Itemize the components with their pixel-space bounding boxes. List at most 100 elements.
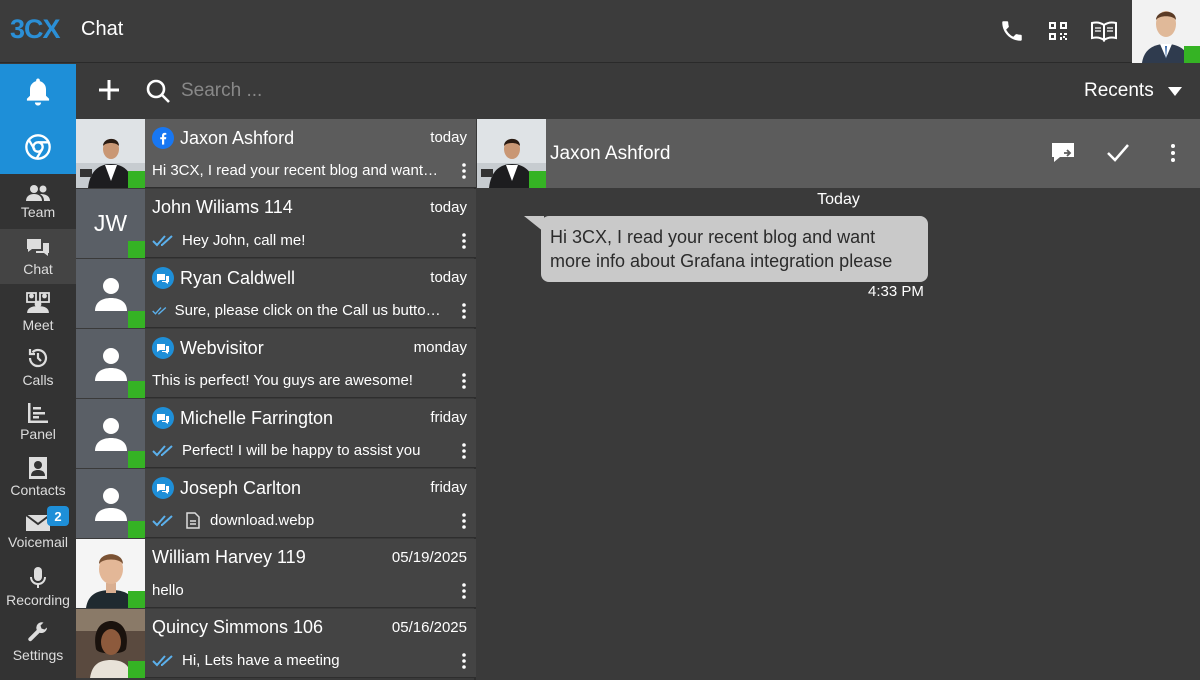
message-preview: hello bbox=[152, 582, 184, 599]
nav-voicemail[interactable]: Voicemail 2 bbox=[0, 504, 76, 559]
presence-indicator bbox=[128, 241, 145, 258]
more-options-icon[interactable] bbox=[462, 653, 466, 674]
notifications-button[interactable] bbox=[0, 64, 76, 119]
file-icon bbox=[186, 512, 200, 529]
avatar bbox=[76, 469, 145, 538]
phone-icon[interactable] bbox=[997, 16, 1027, 46]
presence-indicator bbox=[128, 381, 145, 398]
qr-code-icon[interactable] bbox=[1043, 16, 1073, 46]
close-chat-button[interactable] bbox=[1106, 143, 1130, 168]
chat-transfer-icon bbox=[1052, 143, 1074, 162]
more-options-icon[interactable] bbox=[462, 443, 466, 464]
history-icon bbox=[28, 348, 48, 367]
search-icon bbox=[145, 78, 171, 109]
plus-icon bbox=[99, 80, 119, 100]
more-options-icon[interactable] bbox=[462, 163, 466, 184]
contact-name-wrap: John Wiliams 114 bbox=[152, 197, 293, 218]
message-bubble[interactable]: Hi 3CX, I read your recent blog and want… bbox=[541, 216, 928, 282]
more-options-icon[interactable] bbox=[462, 513, 466, 534]
nav-panel[interactable]: Panel bbox=[0, 394, 76, 449]
avatar bbox=[76, 329, 145, 398]
brand-logo[interactable]: 3CX bbox=[10, 14, 61, 45]
avatar bbox=[76, 119, 145, 188]
mic-icon bbox=[30, 566, 46, 588]
chat-list-item[interactable]: JW John Wiliams 114 today Hey John, call… bbox=[76, 189, 476, 258]
chat-list: Jaxon Ashford today Hi 3CX, I read your … bbox=[76, 119, 476, 680]
chat-date: friday bbox=[430, 479, 467, 496]
nav-meet[interactable]: Meet bbox=[0, 284, 76, 339]
message-preview-wrap: Hey John, call me! bbox=[152, 232, 442, 249]
read-receipt-icon bbox=[152, 444, 173, 456]
search-input[interactable] bbox=[181, 76, 581, 106]
contact-name-wrap: Michelle Farrington bbox=[152, 407, 333, 429]
message-preview: Sure, please click on the Call us button… bbox=[174, 302, 442, 319]
avatar bbox=[76, 259, 145, 328]
chat-list-item[interactable]: Quincy Simmons 106 05/16/2025 Hi, Lets h… bbox=[76, 609, 476, 678]
message-preview-wrap: Perfect! I will be happy to assist you bbox=[152, 442, 442, 459]
read-receipt-icon bbox=[152, 234, 173, 246]
chat-list-item[interactable]: Webvisitor monday This is perfect! You g… bbox=[76, 329, 476, 398]
left-navigation: Team Chat Meet Calls Panel Contacts Voic… bbox=[0, 64, 76, 680]
nav-team[interactable]: Team bbox=[0, 174, 76, 229]
new-chat-button[interactable] bbox=[96, 77, 122, 103]
livechat-icon bbox=[152, 337, 174, 359]
more-options-icon[interactable] bbox=[462, 373, 466, 394]
message-preview-wrap: Hi, Lets have a meeting bbox=[152, 652, 442, 669]
nav-label: Team bbox=[20, 203, 56, 220]
presence-indicator bbox=[128, 171, 145, 188]
chat-list-item[interactable]: Michelle Farrington friday Perfect! I wi… bbox=[76, 399, 476, 468]
nav-contacts[interactable]: Contacts bbox=[0, 449, 76, 504]
nav-label: Voicemail bbox=[8, 533, 68, 550]
contact-name-wrap: Joseph Carlton bbox=[152, 477, 301, 499]
more-options-icon[interactable] bbox=[1171, 144, 1175, 167]
avatar[interactable] bbox=[477, 119, 546, 188]
nav-settings[interactable]: Settings bbox=[0, 614, 76, 669]
nav-calls[interactable]: Calls bbox=[0, 339, 76, 394]
meet-icon bbox=[26, 291, 50, 313]
checkmark-icon bbox=[1107, 144, 1129, 162]
chat-list-item[interactable]: Joseph Carlton friday download.webp bbox=[76, 469, 476, 538]
message-preview-wrap: download.webp bbox=[152, 512, 442, 529]
contact-name: Ryan Caldwell bbox=[180, 267, 296, 288]
my-avatar[interactable] bbox=[1132, 0, 1200, 63]
contact-name: Michelle Farrington bbox=[180, 407, 334, 428]
nav-label: Contacts bbox=[10, 481, 66, 498]
contacts-icon bbox=[29, 456, 47, 479]
more-options-icon[interactable] bbox=[462, 303, 466, 324]
contact-name-wrap: Ryan Caldwell bbox=[152, 267, 295, 289]
chat-list-item[interactable]: William Harvey 119 05/19/2025 hello bbox=[76, 539, 476, 608]
read-receipt-icon bbox=[152, 654, 173, 666]
contact-name: John Wiliams 114 bbox=[152, 197, 293, 217]
contact-name: William Harvey 119 bbox=[152, 547, 306, 567]
message-preview-wrap: Sure, please click on the Call us button… bbox=[152, 302, 442, 319]
chat-date: 05/16/2025 bbox=[391, 619, 467, 636]
avatar bbox=[76, 539, 145, 608]
read-receipt-icon bbox=[152, 306, 167, 315]
sort-dropdown[interactable]: Recents bbox=[1084, 80, 1182, 102]
presence-indicator bbox=[128, 521, 145, 538]
nav-chat[interactable]: Chat bbox=[0, 229, 76, 284]
message-preview-wrap: Hi 3CX, I read your recent blog and want… bbox=[152, 162, 442, 179]
sort-label: Recents bbox=[1084, 80, 1154, 101]
chat-date: friday bbox=[430, 409, 467, 426]
transfer-chat-button[interactable] bbox=[1050, 141, 1076, 170]
more-options-icon[interactable] bbox=[462, 233, 466, 254]
browser-extension-button[interactable] bbox=[0, 119, 76, 174]
message-preview: Hey John, call me! bbox=[182, 232, 306, 249]
message-preview-wrap: This is perfect! You guys are awesome! bbox=[152, 372, 442, 389]
contact-name: Jaxon Ashford bbox=[180, 127, 295, 148]
contact-name-wrap: Webvisitor bbox=[152, 337, 264, 359]
message-preview-wrap: hello bbox=[152, 582, 442, 599]
book-icon[interactable] bbox=[1089, 16, 1119, 46]
wrench-icon bbox=[28, 621, 48, 641]
chat-date: today bbox=[430, 199, 467, 216]
chat-list-item[interactable]: Ryan Caldwell today Sure, please click o… bbox=[76, 259, 476, 328]
chat-list-item[interactable]: Jaxon Ashford today Hi 3CX, I read your … bbox=[76, 119, 476, 188]
read-receipt-icon bbox=[152, 514, 173, 526]
more-options-icon[interactable] bbox=[462, 583, 466, 604]
facebook-icon bbox=[152, 127, 174, 149]
conversation-header: Jaxon Ashford bbox=[477, 119, 1200, 188]
nav-recording[interactable]: Recording bbox=[0, 559, 76, 614]
chat-date: monday bbox=[413, 339, 467, 356]
caret-down-icon bbox=[1167, 86, 1182, 96]
